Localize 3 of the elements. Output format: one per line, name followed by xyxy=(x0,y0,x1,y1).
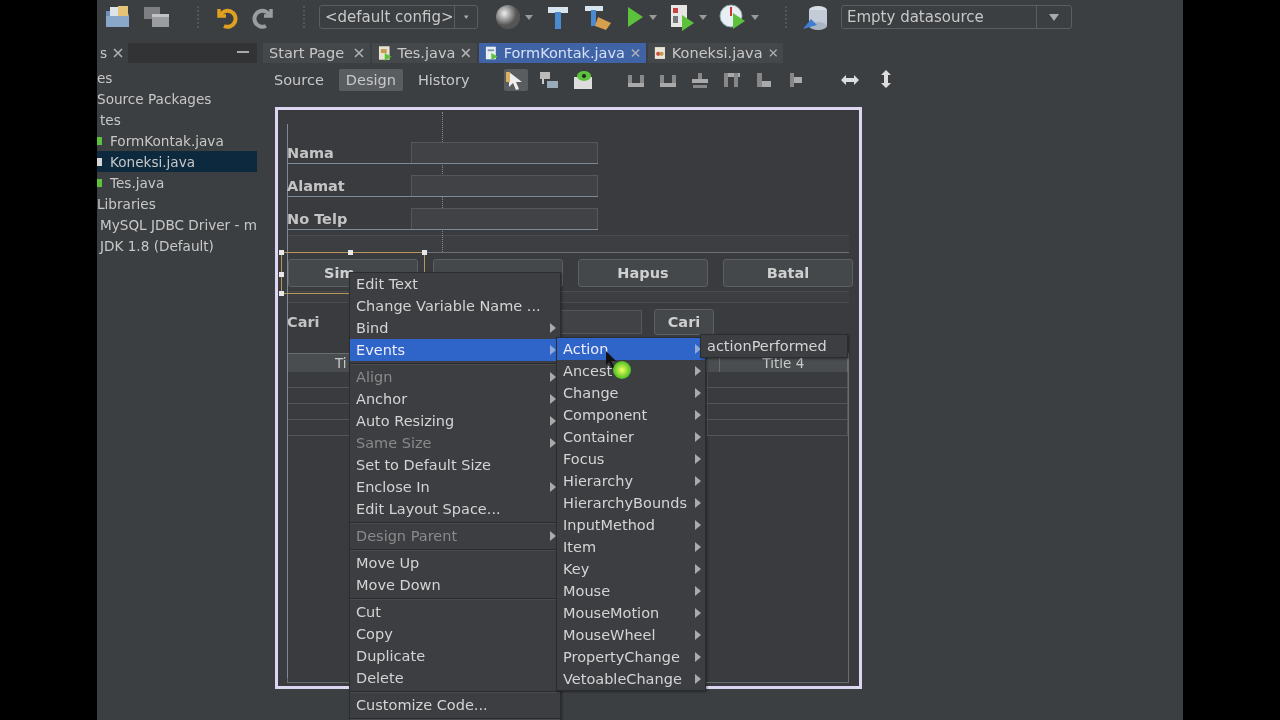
field-label: No Telp xyxy=(287,211,349,227)
field-label: Cari xyxy=(287,314,320,330)
field-label: Nama xyxy=(287,145,335,161)
